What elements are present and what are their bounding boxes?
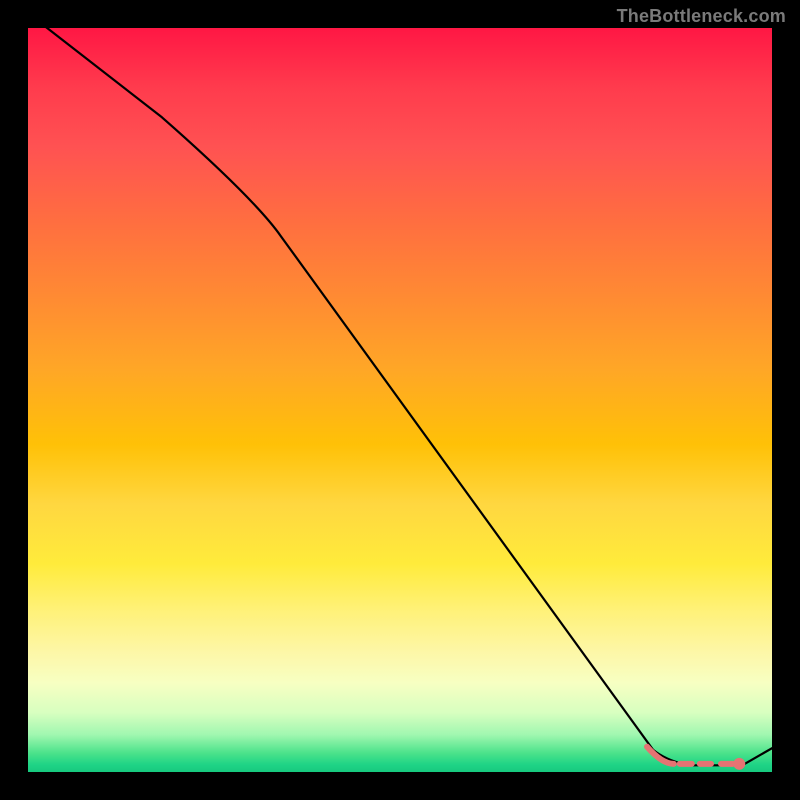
chart-svg bbox=[28, 28, 772, 772]
bottleneck-curve bbox=[28, 28, 772, 765]
watermark-text: TheBottleneck.com bbox=[617, 6, 786, 27]
chart-stage: TheBottleneck.com bbox=[0, 0, 800, 800]
plot-area bbox=[28, 28, 772, 772]
highlight-dot bbox=[733, 758, 745, 770]
